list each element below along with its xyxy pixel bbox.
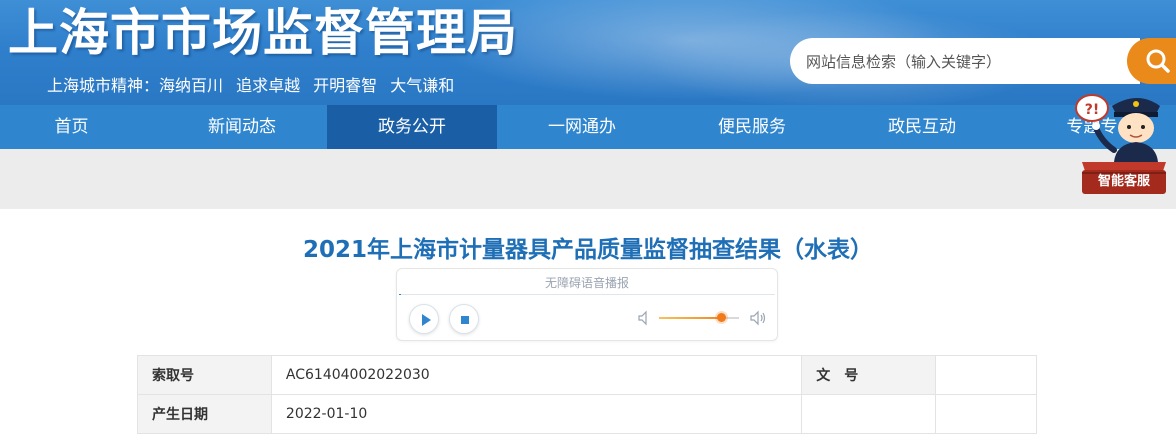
nav-item-one-stop-service[interactable]: 一网通办 <box>497 105 667 149</box>
main-nav: 首页 新闻动态 政务公开 一网通办 便民服务 政民互动 专题专 <box>0 105 1176 149</box>
smart-service-widget[interactable]: ?! 智能客服 <box>1068 84 1176 196</box>
volume-slider-handle[interactable] <box>717 313 726 322</box>
site-header: 上海市市场监督管理局 上海城市精神：海纳百川 追求卓越 开明睿智 大气谦和 网站… <box>0 0 1176 105</box>
site-title[interactable]: 上海市市场监督管理局 <box>8 2 518 64</box>
nav-item-home[interactable]: 首页 <box>0 105 143 149</box>
nav-item-news[interactable]: 新闻动态 <box>157 105 327 149</box>
audio-player: 无障碍语音播报 <box>396 268 778 341</box>
table-row: 索取号 AC61404002022030 文 号 <box>137 355 1037 395</box>
nav-item-government-affairs[interactable]: 政务公开 <box>327 105 497 149</box>
volume-high-icon[interactable] <box>749 310 767 326</box>
player-progress-track[interactable] <box>399 294 775 295</box>
city-slogan: 上海城市精神：海纳百川 追求卓越 开明睿智 大气谦和 <box>47 76 455 95</box>
article-title: 2021年上海市计量器具产品质量监督抽查结果（水表） <box>302 237 873 263</box>
player-label: 无障碍语音播报 <box>544 276 629 290</box>
search-bar: 网站信息检索（输入关键字） <box>790 38 1176 84</box>
meta-key-date: 产生日期 <box>137 394 272 434</box>
meta-key-document-number: 文 号 <box>801 355 937 395</box>
meta-key-index-number: 索取号 <box>137 355 272 395</box>
play-button[interactable] <box>409 304 439 334</box>
search-icon <box>1146 49 1170 73</box>
meta-empty-cell <box>801 394 937 434</box>
nav-item-public-service[interactable]: 便民服务 <box>667 105 837 149</box>
search-placeholder: 网站信息检索（输入关键字） <box>806 53 1002 71</box>
volume-slider-fill <box>659 317 721 319</box>
service-bubble-text: ?! <box>1085 102 1100 118</box>
stop-button[interactable] <box>449 304 479 334</box>
table-row: 产生日期 2022-01-10 <box>137 394 1037 434</box>
volume-low-icon[interactable] <box>637 310 651 326</box>
search-button[interactable] <box>1127 38 1176 84</box>
meta-value-date: 2022-01-10 <box>270 394 803 434</box>
stop-icon <box>461 316 469 324</box>
document-meta-table: 索取号 AC61404002022030 文 号 产生日期 2022-01-10 <box>137 355 1037 434</box>
meta-empty-cell <box>935 394 1037 434</box>
meta-value-index-number: AC61404002022030 <box>270 355 803 395</box>
player-progress-fill <box>399 294 401 295</box>
play-icon <box>422 314 431 326</box>
meta-value-document-number <box>935 355 1037 395</box>
search-input[interactable]: 网站信息检索（输入关键字） <box>790 38 1140 84</box>
nav-item-interaction[interactable]: 政民互动 <box>837 105 1007 149</box>
breadcrumb-band <box>0 149 1176 209</box>
service-label[interactable]: 智能客服 <box>1082 170 1166 194</box>
